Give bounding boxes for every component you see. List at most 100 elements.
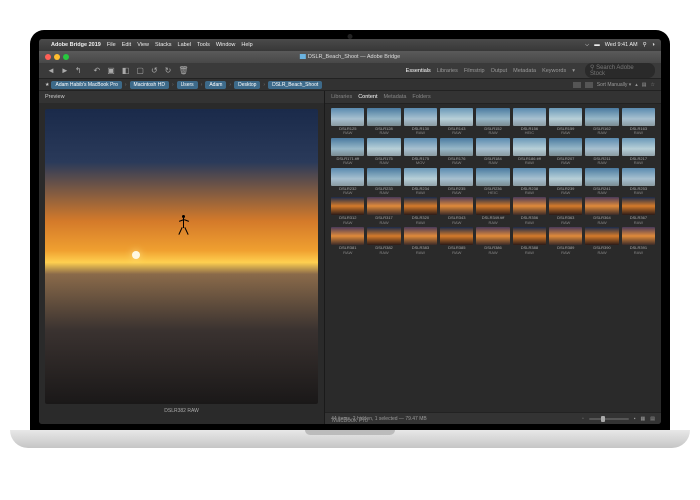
thumbnail[interactable]: DSLR343RAW xyxy=(440,197,473,225)
close-button[interactable] xyxy=(45,54,51,60)
fullscreen-button[interactable] xyxy=(63,54,69,60)
view-list-icon[interactable] xyxy=(585,82,593,88)
battery-icon[interactable]: ▬ xyxy=(594,42,600,48)
preview-tab[interactable]: Preview xyxy=(39,91,324,103)
sort-dropdown[interactable]: Sort Manually ▾ xyxy=(597,82,631,88)
refine-icon[interactable]: ◧ xyxy=(120,66,132,75)
ws-output[interactable]: Output xyxy=(491,68,508,74)
thumbnail[interactable]: DSLR128RAW xyxy=(367,108,400,136)
menu-file[interactable]: File xyxy=(107,42,116,48)
thumbnail[interactable]: DSLR232RAW xyxy=(331,168,364,196)
thumbnail[interactable]: DSLR241RAW xyxy=(585,168,618,196)
ws-keywords[interactable]: Keywords xyxy=(542,68,566,74)
zoom-slider[interactable] xyxy=(589,418,629,420)
up-button[interactable]: ↰ xyxy=(73,66,84,75)
thumbnail[interactable]: DSLR390RAW xyxy=(585,227,618,255)
menu-view[interactable]: View xyxy=(137,42,149,48)
thumbnail[interactable]: DSLR176RAW xyxy=(440,138,473,166)
ws-libraries[interactable]: Libraries xyxy=(437,68,458,74)
tab-folders[interactable]: Folders xyxy=(412,94,430,100)
crumb-user[interactable]: Adam xyxy=(205,81,226,89)
thumbnail[interactable]: DSLR391RAW xyxy=(622,227,655,255)
crumb-computer[interactable]: Adam Habib's MacBook Pro xyxy=(51,81,121,89)
tab-metadata[interactable]: Metadata xyxy=(383,94,406,100)
back-button[interactable]: ◄ xyxy=(45,66,57,75)
app-name[interactable]: Adobe Bridge 2019 xyxy=(51,42,101,48)
thumbnail[interactable]: DSLR235RAW xyxy=(440,168,473,196)
thumbnail[interactable]: DSLR312RAW xyxy=(331,197,364,225)
thumbnail[interactable]: DSLR383RAW xyxy=(404,227,437,255)
zoom-in-icon[interactable]: ▪ xyxy=(634,416,636,422)
menu-help[interactable]: Help xyxy=(241,42,252,48)
thumbnail[interactable]: DSLR159RAW xyxy=(549,108,582,136)
preview-image[interactable] xyxy=(45,109,318,404)
thumbnail[interactable]: DSLR130RAW xyxy=(404,108,437,136)
thumbnail[interactable]: DSLR253RAW xyxy=(622,168,655,196)
camera-import-icon[interactable]: ▣ xyxy=(105,66,117,75)
thumbnail[interactable]: DSLR156HEIC xyxy=(513,108,546,136)
thumbnail[interactable]: DSLR143RAW xyxy=(440,108,473,136)
spotlight-icon[interactable]: ⚲ xyxy=(643,42,647,48)
sort-asc-icon[interactable]: ▴ xyxy=(635,82,638,88)
thumbnail[interactable]: DSLR211RAW xyxy=(585,138,618,166)
thumbnail[interactable]: DSLR349.tiffRAW xyxy=(476,197,509,225)
thumbnail[interactable]: DSLR381RAW xyxy=(331,227,364,255)
thumbnail[interactable]: DSLR367RAW xyxy=(622,197,655,225)
filter-icon[interactable]: ▤ xyxy=(642,82,647,88)
view-grid-icon[interactable] xyxy=(573,82,581,88)
search-input[interactable]: ⚲ Search Adobe Stock xyxy=(585,63,655,78)
thumbnail[interactable]: DSLR175RAW xyxy=(367,138,400,166)
thumbnail[interactable]: DSLR382RAW xyxy=(367,227,400,255)
thumbnail[interactable]: DSLR186.tiffRAW xyxy=(513,138,546,166)
thumbnail[interactable]: DSLR233RAW xyxy=(367,168,400,196)
thumbnail[interactable]: DSLR234RAW xyxy=(404,168,437,196)
thumbnail[interactable]: DSLR171.tiffRAW xyxy=(331,138,364,166)
thumbnail[interactable]: DSLR385RAW xyxy=(440,227,473,255)
menu-label[interactable]: Label xyxy=(178,42,191,48)
thumbnail[interactable]: DSLR320RAW xyxy=(404,197,437,225)
boomerang-icon[interactable]: ↶ xyxy=(92,66,103,75)
rotate-cw-icon[interactable]: ↻ xyxy=(163,66,174,75)
crumb-folder[interactable]: DSLR_Beach_Shoot xyxy=(268,81,322,89)
thumbnail[interactable]: DSLR363RAW xyxy=(549,197,582,225)
minimize-button[interactable] xyxy=(54,54,60,60)
thumbnail[interactable]: DSLR364RAW xyxy=(585,197,618,225)
tab-libraries[interactable]: Libraries xyxy=(331,94,352,100)
crumb-disk[interactable]: Macintosh HD xyxy=(130,81,169,89)
clock[interactable]: Wed 9:41 AM xyxy=(605,42,638,48)
ws-more-icon[interactable]: ▾ xyxy=(572,68,575,74)
crumb-users[interactable]: Users xyxy=(177,81,198,89)
menu-window[interactable]: Window xyxy=(216,42,236,48)
thumbnail[interactable]: DSLR356RAW xyxy=(513,197,546,225)
thumbnail[interactable]: DSLR163RAW xyxy=(622,108,655,136)
menu-edit[interactable]: Edit xyxy=(122,42,131,48)
thumbnail[interactable]: DSLR238RAW xyxy=(513,168,546,196)
thumbnail[interactable]: DSLR236HEIC xyxy=(476,168,509,196)
menu-stacks[interactable]: Stacks xyxy=(155,42,172,48)
crumb-desktop[interactable]: Desktop xyxy=(234,81,260,89)
menu-tools[interactable]: Tools xyxy=(197,42,210,48)
view-mode2-icon[interactable]: ▤ xyxy=(650,416,655,422)
thumbnail[interactable]: DSLR389RAW xyxy=(549,227,582,255)
thumbnail[interactable]: DSLR239RAW xyxy=(549,168,582,196)
open-icon[interactable]: ▢ xyxy=(134,66,146,75)
tab-content[interactable]: Content xyxy=(358,94,377,100)
view-mode-icon[interactable]: ▦ xyxy=(641,416,646,422)
ws-metadata[interactable]: Metadata xyxy=(513,68,536,74)
ws-filmstrip[interactable]: Filmstrip xyxy=(464,68,485,74)
zoom-out-icon[interactable]: ▫ xyxy=(582,416,584,422)
star-filter-icon[interactable]: ☆ xyxy=(651,82,655,88)
forward-button[interactable]: ► xyxy=(59,66,71,75)
siri-icon[interactable]: ◑ xyxy=(652,42,655,48)
ws-essentials[interactable]: Essentials xyxy=(406,68,431,74)
thumbnail[interactable]: DSLR317RAW xyxy=(367,197,400,225)
thumbnail[interactable]: DSLR175MOV xyxy=(404,138,437,166)
thumbnail[interactable]: DSLR184RAW xyxy=(476,138,509,166)
thumbnail[interactable]: DSLR386RAW xyxy=(476,227,509,255)
thumbnail[interactable]: DSLR388RAW xyxy=(513,227,546,255)
trash-icon[interactable]: 🗑 xyxy=(176,66,190,75)
thumbnail[interactable]: DSLR207RAW xyxy=(549,138,582,166)
thumbnail[interactable]: DSLR125RAW xyxy=(331,108,364,136)
thumbnail[interactable]: DSLR162RAW xyxy=(585,108,618,136)
thumbnail[interactable]: DSLR152RAW xyxy=(476,108,509,136)
